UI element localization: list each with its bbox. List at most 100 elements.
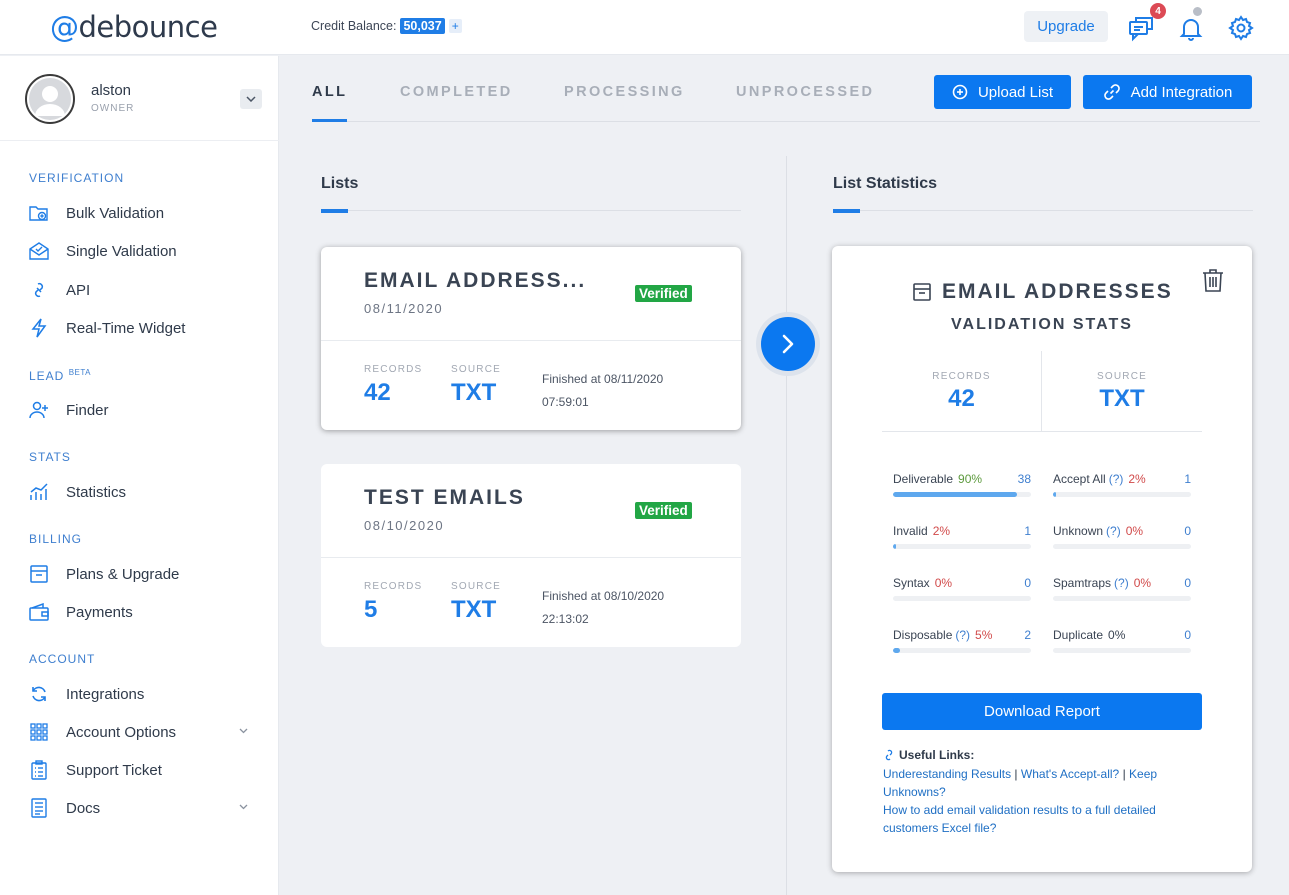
sidebar-item-integrations[interactable]: Integrations — [28, 681, 258, 707]
stat-progress-bar — [893, 596, 1031, 601]
link-accept-all[interactable]: What's Accept-all? — [1021, 767, 1119, 781]
chevron-down-icon — [239, 725, 248, 737]
chevron-down-icon — [246, 96, 256, 102]
notification-dot — [1193, 7, 1202, 16]
sidebar-item-label: Statistics — [66, 483, 127, 501]
sidebar-item-statistics[interactable]: Statistics — [28, 479, 258, 505]
records-label: RECORDS — [364, 581, 423, 592]
wallet-icon — [28, 601, 50, 623]
tabs-divider — [312, 121, 1260, 122]
section-stats: STATS — [29, 450, 71, 464]
section-verification: VERIFICATION — [29, 171, 125, 185]
sidebar-item-api[interactable]: API — [28, 277, 258, 303]
source-label: SOURCE — [451, 364, 501, 375]
tab-processing[interactable]: PROCESSING — [564, 84, 685, 100]
stat-item: Syntax 0% 0 — [893, 576, 1031, 616]
finished-date: Finished at 08/11/2020 — [542, 372, 664, 386]
chevron-right-icon — [782, 334, 794, 354]
debounce-logo[interactable]: @debounce — [50, 10, 218, 44]
stat-item: Deliverable 90% 38 — [893, 472, 1031, 512]
download-report-button[interactable]: Download Report — [882, 693, 1202, 730]
stat-progress-bar — [893, 492, 1031, 497]
arrow-button-inner — [761, 317, 815, 371]
records-value: 42 — [364, 379, 391, 406]
user-dropdown-button[interactable] — [240, 89, 262, 109]
stat-progress-fill — [893, 544, 896, 549]
list-date: 08/11/2020 — [364, 301, 444, 316]
stat-percent: 2% — [1128, 472, 1146, 486]
view-stats-button[interactable] — [756, 312, 820, 376]
sidebar-item-account-options[interactable]: Account Options — [28, 719, 258, 745]
document-icon — [28, 797, 50, 819]
sidebar-item-label: API — [66, 281, 91, 299]
user-profile[interactable]: alston OWNER — [25, 74, 265, 126]
sidebar-item-plans-upgrade[interactable]: Plans & Upgrade — [28, 561, 258, 587]
link-understanding-results[interactable]: Underestanding Results — [883, 767, 1011, 781]
stat-item: Invalid 2% 1 — [893, 524, 1031, 564]
stat-row: Unknown (?) 0% 0 — [1053, 524, 1191, 538]
sidebar-item-label: Real-Time Widget — [66, 319, 186, 337]
sidebar-item-label: Support Ticket — [66, 761, 162, 779]
sidebar-item-finder[interactable]: Finder — [28, 397, 258, 423]
column-divider — [786, 156, 787, 895]
stat-percent: 90% — [958, 472, 983, 486]
list-name: TEST EMAILS — [364, 486, 525, 509]
sidebar-item-support-ticket[interactable]: Support Ticket — [28, 757, 258, 783]
link-excel-guide[interactable]: How to add email validation results to a… — [883, 803, 1156, 835]
help-link[interactable]: (?) — [1109, 472, 1124, 486]
stat-count: 1 — [1184, 472, 1191, 486]
help-link[interactable]: (?) — [1106, 524, 1121, 538]
list-card[interactable]: EMAIL ADDRESS... 08/11/2020 Verified REC… — [321, 247, 741, 430]
sidebar-item-realtime-widget[interactable]: Real-Time Widget — [28, 315, 258, 341]
stat-label: Duplicate — [1053, 628, 1104, 642]
sidebar-item-label: Docs — [66, 799, 101, 817]
list-statistics-title: List Statistics — [833, 175, 938, 192]
sidebar: alston OWNER VERIFICATION Bulk Validatio… — [0, 56, 279, 895]
user-role: OWNER — [91, 103, 135, 114]
lists-title: Lists — [321, 175, 359, 192]
sidebar-item-payments[interactable]: Payments — [28, 599, 258, 625]
stat-label: Accept All — [1053, 472, 1106, 486]
finished-info: Finished at 08/11/2020 07:59:01 — [542, 368, 663, 414]
stat-progress-bar — [1053, 492, 1191, 497]
stat-progress-fill — [893, 492, 1017, 497]
finished-info: Finished at 08/10/2020 22:13:02 — [542, 585, 664, 631]
tab-unprocessed[interactable]: UNPROCESSED — [736, 84, 874, 100]
stat-row: Syntax 0% 0 — [893, 576, 1031, 590]
stat-row: Accept All (?) 2% 1 — [1053, 472, 1191, 486]
stat-percent: 5% — [975, 628, 993, 642]
add-integration-button[interactable]: Add Integration — [1083, 75, 1252, 109]
envelope-check-icon — [28, 240, 50, 262]
upgrade-button[interactable]: Upgrade — [1024, 11, 1108, 42]
records-label: RECORDS — [364, 364, 423, 375]
bell-icon[interactable] — [1177, 14, 1205, 42]
stats-title-indicator — [833, 209, 860, 213]
stat-item: Disposable (?) 5% 2 — [893, 628, 1031, 668]
stat-item: Duplicate 0% 0 — [1053, 628, 1191, 668]
tab-completed[interactable]: COMPLETED — [400, 84, 513, 100]
sidebar-item-label: Account Options — [66, 723, 177, 741]
stat-row: Duplicate 0% 0 — [1053, 628, 1191, 642]
stat-label: Unknown — [1053, 524, 1104, 538]
sidebar-item-bulk-validation[interactable]: Bulk Validation — [28, 200, 258, 226]
sidebar-divider — [0, 140, 279, 141]
add-credit-button[interactable]: + — [448, 19, 462, 33]
gear-icon[interactable] — [1227, 14, 1255, 42]
stat-label: Spamtraps — [1053, 576, 1112, 590]
tab-all[interactable]: ALL — [312, 84, 347, 100]
source-value: TXT — [451, 379, 497, 406]
messages-icon[interactable] — [1127, 14, 1155, 42]
stat-count: 0 — [1184, 524, 1191, 538]
help-link[interactable]: (?) — [1114, 576, 1129, 590]
stat-count: 1 — [1024, 524, 1031, 538]
stat-label: Invalid — [893, 524, 928, 538]
user-name: alston — [91, 82, 132, 99]
help-link[interactable]: (?) — [955, 628, 970, 642]
sidebar-item-single-validation[interactable]: Single Validation — [28, 238, 258, 264]
stats-divider — [833, 210, 1253, 211]
source-metric: SOURCE TXT — [1042, 351, 1202, 431]
list-card[interactable]: TEST EMAILS 08/10/2020 Verified RECORDS … — [321, 464, 741, 647]
sidebar-item-docs[interactable]: Docs — [28, 795, 258, 821]
useful-links-title: Useful Links: — [883, 748, 974, 762]
upload-list-button[interactable]: Upload List — [934, 75, 1071, 109]
